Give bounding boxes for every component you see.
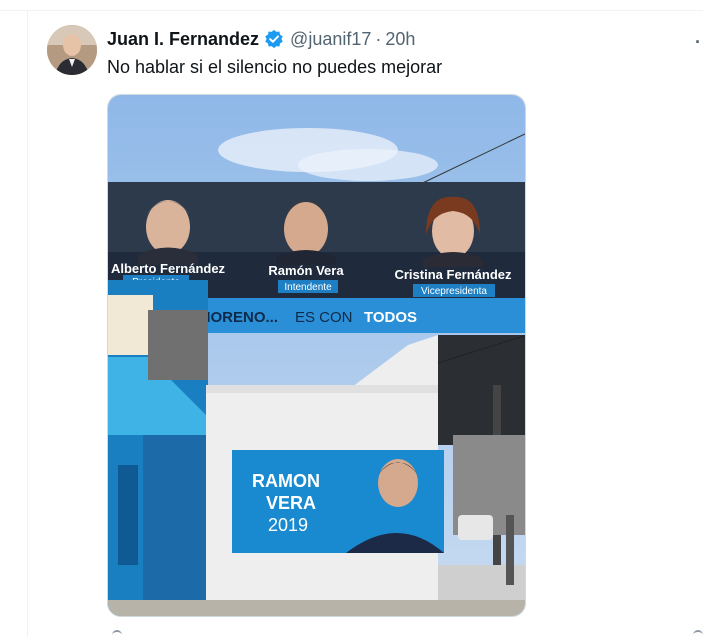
banner-slogan-b: ES CON — [295, 309, 353, 326]
share-icon-partial[interactable] — [693, 630, 703, 639]
avatar[interactable] — [47, 25, 97, 75]
tweet-text: No hablar si el silencio no puedes mejor… — [107, 57, 443, 77]
photo-scene: Alberto Fernández Ramón Vera Cristina Fe… — [108, 95, 525, 616]
banner-slogan-c: TODOS — [364, 309, 417, 326]
meta-separator: · — [375, 28, 382, 49]
banner-role-3: Vicepresidenta — [421, 286, 487, 297]
reply-icon-partial[interactable] — [112, 630, 122, 639]
author-handle[interactable]: @juanif17 — [290, 29, 371, 50]
top-divider — [0, 10, 703, 11]
tweet-time[interactable]: 20h — [385, 29, 415, 50]
poster-line-3: 2019 — [268, 515, 308, 535]
verified-badge-icon — [265, 29, 283, 49]
banner-role-2: Intendente — [284, 282, 332, 293]
more-icon[interactable]: · — [695, 32, 701, 53]
tweet-media-photo[interactable]: Alberto Fernández Ramón Vera Cristina Fe… — [107, 94, 526, 617]
banner-name-3: Cristina Fernández — [394, 267, 512, 282]
banner-name-2: Ramón Vera — [268, 263, 344, 278]
tweet-header: Juan I. Fernandez @juanif17 · 20h — [107, 28, 415, 50]
avatar-image — [47, 25, 97, 75]
poster-line-2: VERA — [266, 493, 316, 513]
left-divider — [27, 10, 28, 637]
poster-line-1: RAMON — [252, 471, 320, 491]
author-name[interactable]: Juan I. Fernandez — [107, 29, 259, 50]
banner-name-1: Alberto Fernández — [111, 261, 226, 276]
